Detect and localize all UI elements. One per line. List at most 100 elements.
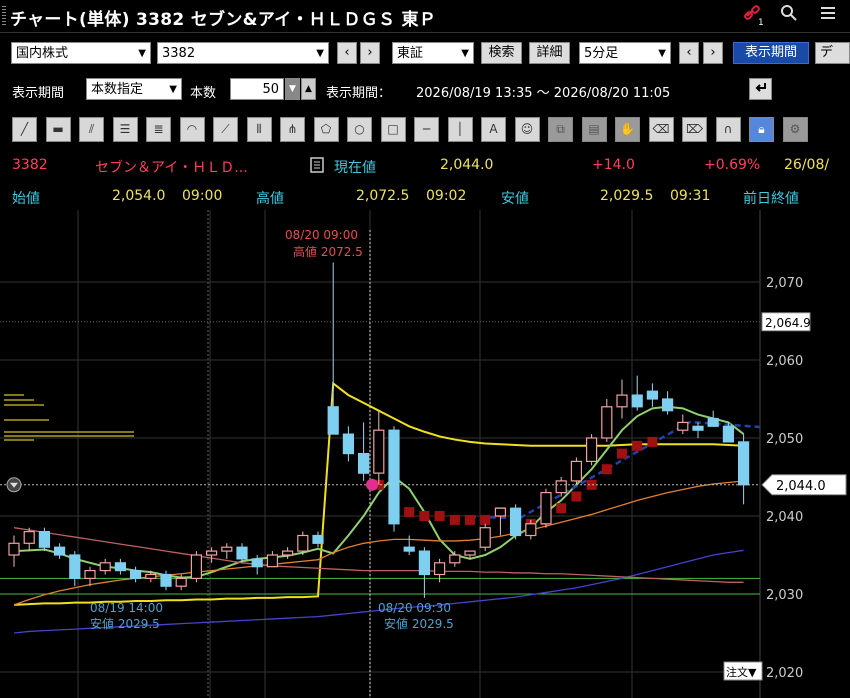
interval-prev-button[interactable]: ‹ bbox=[679, 42, 699, 64]
signal-marker bbox=[449, 514, 460, 525]
candle-body bbox=[297, 534, 309, 552]
candle-body bbox=[737, 441, 750, 486]
market-select[interactable]: 国内株式 ▼ bbox=[11, 42, 151, 64]
period-mode-select[interactable]: 本数指定 ▼ bbox=[86, 78, 182, 100]
last-price-label: 2,044.0 bbox=[776, 479, 826, 494]
rect-icon[interactable]: □ bbox=[380, 117, 406, 142]
quote-date: 26/08/ bbox=[784, 157, 830, 173]
vlines-icon[interactable]: ⦀ bbox=[246, 117, 272, 142]
link-icon[interactable]: 1 bbox=[742, 4, 764, 28]
candle-body bbox=[403, 546, 415, 552]
price-chart[interactable]: 2,070 2,060 2,050 2,040 2,030 2,020 08/20 09:0… bbox=[0, 210, 850, 698]
signal-marker bbox=[571, 491, 582, 502]
hlines-icon[interactable]: ☰ bbox=[112, 117, 138, 142]
next-button[interactable]: › bbox=[360, 42, 380, 64]
low-time: 09:31 bbox=[670, 188, 711, 204]
signal-marker bbox=[632, 440, 643, 451]
candle-body bbox=[53, 546, 66, 556]
market-value: 国内株式 bbox=[16, 46, 69, 61]
interval-select[interactable]: 5分足 ▼ bbox=[579, 42, 671, 64]
period-button[interactable]: 表示期間 bbox=[733, 42, 809, 64]
candle-body bbox=[707, 417, 719, 427]
candle-body bbox=[601, 406, 613, 439]
prev-close-label: 前日終値 bbox=[743, 191, 799, 207]
candle-body bbox=[327, 406, 339, 435]
y-tick-label: 2,030 bbox=[766, 588, 803, 603]
count-up-icon[interactable]: ▲ bbox=[301, 78, 316, 100]
open-time: 09:00 bbox=[182, 188, 223, 204]
interval-next-button[interactable]: › bbox=[703, 42, 723, 64]
copy-icon[interactable]: ⧉ bbox=[548, 117, 573, 142]
candle-body bbox=[190, 554, 202, 579]
open-label: 始値 bbox=[12, 191, 40, 207]
candle-body bbox=[418, 550, 430, 576]
magnet-icon[interactable]: ∩ bbox=[715, 117, 741, 142]
candle-body bbox=[312, 534, 324, 544]
high-label: 高値 bbox=[256, 191, 284, 207]
y-tick-label: 2,040 bbox=[766, 510, 803, 525]
signal-marker bbox=[617, 448, 627, 459]
period-label: 表示期間 bbox=[12, 86, 65, 101]
search-icon[interactable] bbox=[778, 4, 800, 26]
fan-icon[interactable]: ⟋ bbox=[213, 117, 238, 142]
candle-body bbox=[342, 433, 354, 455]
candle-body bbox=[130, 570, 142, 580]
signal-marker bbox=[419, 511, 430, 521]
candle-body bbox=[525, 523, 537, 537]
y-tick-label: 2,070 bbox=[766, 276, 803, 291]
crosshair-marker-icon bbox=[366, 478, 378, 491]
signal-marker bbox=[404, 507, 415, 518]
count-label: 本数 bbox=[190, 86, 217, 101]
count-input[interactable]: 50 bbox=[230, 78, 284, 100]
high-time: 09:02 bbox=[426, 188, 467, 204]
paste-icon[interactable]: ▤ bbox=[581, 117, 607, 142]
vline-icon[interactable]: │ bbox=[447, 117, 473, 142]
candle-body bbox=[145, 573, 157, 579]
document-icon[interactable] bbox=[310, 157, 324, 177]
candle-body bbox=[160, 573, 172, 587]
exchange-select[interactable]: 東証 ▼ bbox=[392, 42, 474, 64]
channel-icon[interactable]: ⫽ bbox=[79, 117, 104, 142]
pitchfork-icon[interactable]: ⋔ bbox=[280, 117, 305, 142]
settings-icon[interactable]: ⚙ bbox=[782, 117, 808, 142]
return-icon[interactable] bbox=[749, 78, 772, 100]
erase-all-icon[interactable]: ⌦ bbox=[682, 117, 707, 142]
drag-grip-icon[interactable] bbox=[2, 6, 6, 26]
quote-code: 3382 bbox=[12, 157, 48, 173]
candle-body bbox=[677, 421, 689, 431]
hline-icon[interactable]: ─ bbox=[414, 117, 439, 142]
code-select[interactable]: 3382 ▼ bbox=[157, 42, 329, 64]
interval-value: 5分足 bbox=[584, 46, 619, 61]
text-icon[interactable]: A bbox=[481, 117, 506, 142]
candle-body bbox=[114, 562, 127, 572]
current-label: 現在値 bbox=[334, 160, 376, 176]
icon-tool-icon[interactable]: ☺ bbox=[514, 117, 540, 142]
low-label: 安値 bbox=[501, 191, 529, 207]
candle-body bbox=[84, 570, 96, 580]
current-value: 2,044.0 bbox=[440, 157, 494, 173]
chevron-down-icon: ▼ bbox=[316, 48, 324, 59]
lock-icon[interactable]: 🔒︎ bbox=[749, 117, 774, 142]
fib-icon[interactable]: ≣ bbox=[146, 117, 171, 142]
chevron-down-icon: ▼ bbox=[461, 48, 469, 59]
search-button[interactable]: 検索 bbox=[481, 42, 522, 64]
candle-body bbox=[661, 398, 674, 412]
arc-icon[interactable]: ◠ bbox=[179, 117, 205, 142]
pentagon-icon[interactable]: ⬠ bbox=[313, 117, 339, 142]
prev-button[interactable]: ‹ bbox=[337, 42, 357, 64]
menu-icon[interactable] bbox=[817, 4, 839, 26]
circle-icon[interactable]: ○ bbox=[347, 117, 372, 142]
detail-button[interactable]: 詳細 bbox=[529, 42, 570, 64]
candle-body bbox=[434, 562, 446, 576]
eraser-icon[interactable]: ⌫ bbox=[648, 117, 674, 142]
extra-button[interactable]: デ bbox=[815, 42, 850, 64]
hand-icon[interactable]: ✋ bbox=[615, 117, 640, 142]
count-down-icon[interactable]: ▼ bbox=[285, 78, 300, 100]
candle-body bbox=[99, 562, 111, 572]
ruler-icon[interactable]: ▬ bbox=[45, 117, 71, 142]
candle-body bbox=[494, 507, 506, 517]
high-value: 2,072.5 bbox=[356, 188, 410, 204]
candle-body bbox=[236, 546, 248, 560]
link-badge: 1 bbox=[758, 18, 764, 28]
line-icon[interactable]: ╱ bbox=[12, 117, 37, 142]
